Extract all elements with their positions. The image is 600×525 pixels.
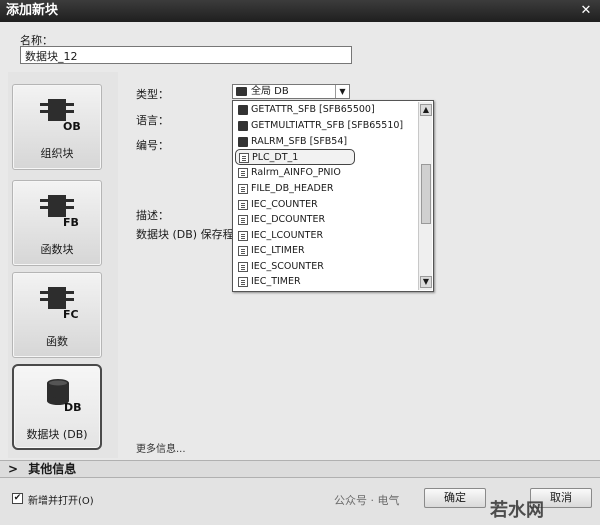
list-item[interactable]: GETATTR_SFB [SFB65500] (235, 102, 417, 118)
number-label: 编号： (136, 139, 169, 152)
type-label: 类型： (136, 88, 169, 101)
ok-button[interactable]: 确定 (424, 488, 486, 508)
list-item-label: GETMULTIATTR_SFB [SFB65510] (251, 120, 404, 131)
list-item-label: IEC_SCOUNTER (251, 261, 324, 272)
list-item-label: IEC_LCOUNTER (251, 230, 324, 241)
close-icon[interactable]: ✕ (578, 0, 594, 22)
list-item[interactable]: IEC_SCOUNTER (235, 259, 417, 275)
description-label: 描述： (136, 209, 169, 222)
document-icon (238, 231, 248, 241)
title-bar: 添加新块 ✕ (0, 0, 600, 22)
scroll-down-button[interactable]: ▼ (420, 276, 432, 288)
list-item[interactable]: IEC_LTIMER (235, 243, 417, 259)
type-dropdown-list[interactable]: GETATTR_SFB [SFB65500] GETMULTIATTR_SFB … (232, 100, 434, 292)
list-item[interactable]: IEC_TIMER (235, 274, 417, 290)
list-item-label: GETATTR_SFB [SFB65500] (251, 104, 375, 115)
watermark-text: 公众号 · 电气 (334, 494, 400, 507)
fc-label: 函数 (46, 335, 68, 348)
list-item-label: IEC_TIMER (251, 276, 301, 287)
list-item-label: Ralrm_AINFO_PNIO (251, 167, 341, 178)
add-and-open-checkbox[interactable]: ✔ (12, 493, 23, 504)
document-icon (238, 168, 248, 178)
list-item[interactable]: RALRM_SFB [SFB54] (235, 134, 417, 150)
ob-label: 组织块 (40, 147, 74, 160)
document-icon (238, 200, 248, 210)
function-block-button[interactable]: FB 函数块 (12, 180, 102, 266)
document-icon (238, 184, 248, 194)
global-db-icon (236, 87, 247, 96)
fb-icon (238, 121, 248, 131)
list-item[interactable]: IEC_COUNTER (235, 197, 417, 213)
language-label: 语言： (136, 114, 169, 127)
scroll-thumb[interactable] (421, 164, 431, 224)
dropdown-scrollbar[interactable]: ▲ ▼ (418, 102, 432, 290)
organization-block-button[interactable]: OB 组织块 (12, 84, 102, 170)
other-info-section[interactable]: > 其他信息 (0, 460, 600, 478)
document-icon (238, 262, 248, 272)
db-label: 数据块 (DB) (26, 428, 88, 441)
other-info-label: 其他信息 (28, 462, 77, 476)
list-item-label: RALRM_SFB [SFB54] (251, 136, 348, 147)
db-code-label: DB (64, 401, 82, 412)
fb-icon (238, 137, 248, 147)
fb-block-icon: FB (40, 195, 79, 227)
scroll-up-button[interactable]: ▲ (420, 104, 432, 116)
window-title: 添加新块 (6, 3, 59, 18)
add-and-open-label: 新增并打开(O) (28, 496, 94, 507)
fc-block-icon: FC (40, 287, 79, 319)
type-select-value: 全局 DB (251, 86, 289, 97)
list-item-label: IEC_COUNTER (251, 199, 318, 210)
list-item[interactable]: IEC_LCOUNTER (235, 228, 417, 244)
list-item[interactable]: GETMULTIATTR_SFB [SFB65510] (235, 118, 417, 134)
fb-icon (238, 105, 248, 115)
fb-label: 函数块 (40, 243, 74, 256)
ob-code-label: OB (63, 120, 81, 131)
data-block-button[interactable]: DB 数据块 (DB) (12, 364, 102, 450)
name-input[interactable]: 数据块_12 (20, 46, 352, 64)
description-text: 数据块 (DB) 保存程序 (136, 228, 232, 241)
function-button[interactable]: FC 函数 (12, 272, 102, 358)
db-block-icon: DB (47, 379, 82, 412)
list-item-label: IEC_LTIMER (251, 245, 305, 256)
fc-code-label: FC (63, 308, 79, 319)
type-select[interactable]: 全局 DB ▼ (232, 84, 350, 99)
list-item-highlighted[interactable]: PLC_DT_1 (235, 149, 355, 165)
chevron-down-icon[interactable]: ▼ (335, 85, 349, 98)
document-icon (238, 277, 248, 287)
document-icon (238, 246, 248, 256)
list-item-label: IEC_DCOUNTER (251, 214, 326, 225)
fb-code-label: FB (63, 216, 79, 227)
list-item-label: FILE_DB_HEADER (251, 183, 334, 194)
more-info-link[interactable]: 更多信息... (136, 440, 186, 455)
expand-arrow-icon[interactable]: > (8, 462, 18, 476)
ob-block-icon: OB (40, 99, 81, 131)
list-item[interactable]: IEC_DCOUNTER (235, 212, 417, 228)
list-item-label: PLC_DT_1 (252, 152, 299, 163)
document-icon (238, 215, 248, 225)
list-item[interactable]: Ralrm_AINFO_PNIO (235, 165, 417, 181)
add-new-block-dialog: 添加新块 ✕ 名称： 数据块_12 OB 组织块 FB 函数块 FC 函数 DB… (0, 0, 600, 525)
watermark-logo: 若水网 (490, 500, 544, 521)
document-icon (239, 153, 249, 163)
list-item[interactable]: FILE_DB_HEADER (235, 181, 417, 197)
